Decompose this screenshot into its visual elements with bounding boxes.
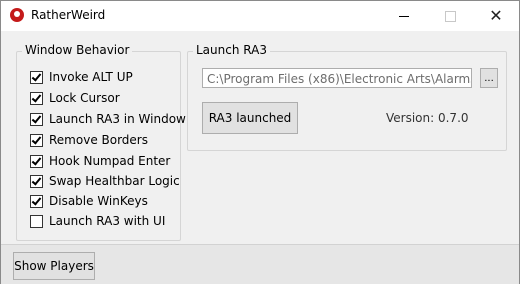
close-button[interactable]: ✕: [473, 1, 519, 31]
remove-borders-label: Remove Borders: [49, 133, 148, 147]
maximize-icon: [444, 10, 456, 22]
invoke-alt-up-checkbox[interactable]: [30, 70, 43, 84]
launch-with-ui-label: Launch RA3 with UI: [49, 214, 166, 228]
invoke-alt-up-label: Invoke ALT UP: [49, 70, 133, 84]
browse-button[interactable]: ...: [480, 68, 498, 88]
show-players-button[interactable]: Show Players: [13, 252, 95, 280]
launch-ra3-group: Launch RA3: [187, 43, 507, 151]
swap-healthbar-checkbox[interactable]: [30, 174, 43, 188]
maximize-button[interactable]: [427, 1, 473, 31]
bottom-bar: Show Players: [1, 244, 519, 284]
lock-cursor-checkbox[interactable]: [30, 91, 43, 105]
app-window: RatherWeird ✕ Window Behavior Invoke ALT…: [0, 0, 520, 284]
launch-ra3-legend: Launch RA3: [193, 43, 270, 57]
app-icon: [10, 8, 24, 22]
launch-in-window-option[interactable]: Launch RA3 in Window: [30, 111, 186, 127]
launch-ra3-button[interactable]: RA3 launched: [202, 102, 298, 134]
hook-numpad-enter-option[interactable]: Hook Numpad Enter: [30, 153, 170, 169]
close-icon: ✕: [489, 6, 503, 25]
disable-winkeys-option[interactable]: Disable WinKeys: [30, 193, 148, 209]
swap-healthbar-label: Swap Healthbar Logic: [49, 174, 180, 188]
minimize-button[interactable]: [381, 1, 427, 31]
invoke-alt-up-option[interactable]: Invoke ALT UP: [30, 69, 133, 85]
launch-in-window-label: Launch RA3 in Window: [49, 112, 186, 126]
title-bar[interactable]: RatherWeird ✕: [1, 1, 519, 31]
minimize-icon: [399, 15, 409, 17]
hook-numpad-enter-label: Hook Numpad Enter: [49, 154, 171, 168]
window-behavior-group: Window Behavior Invoke ALT UP Lock Curso…: [16, 43, 186, 241]
lock-cursor-label: Lock Cursor: [49, 91, 120, 105]
launch-in-window-checkbox[interactable]: [30, 112, 43, 126]
disable-winkeys-label: Disable WinKeys: [49, 194, 148, 208]
window-behavior-legend: Window Behavior: [22, 43, 133, 57]
window-title: RatherWeird: [31, 8, 106, 22]
launch-with-ui-option[interactable]: Launch RA3 with UI: [30, 213, 165, 229]
launch-with-ui-checkbox[interactable]: [30, 214, 43, 228]
hook-numpad-enter-checkbox[interactable]: [30, 154, 43, 168]
disable-winkeys-checkbox[interactable]: [30, 194, 43, 208]
lock-cursor-option[interactable]: Lock Cursor: [30, 90, 120, 106]
remove-borders-checkbox[interactable]: [30, 133, 43, 147]
version-label: Version: 0.7.0: [386, 111, 469, 125]
remove-borders-option[interactable]: Remove Borders: [30, 132, 148, 148]
swap-healthbar-option[interactable]: Swap Healthbar Logic: [30, 173, 180, 189]
ra3-path-field[interactable]: C:\Program Files (x86)\Electronic Arts\A…: [202, 68, 472, 88]
